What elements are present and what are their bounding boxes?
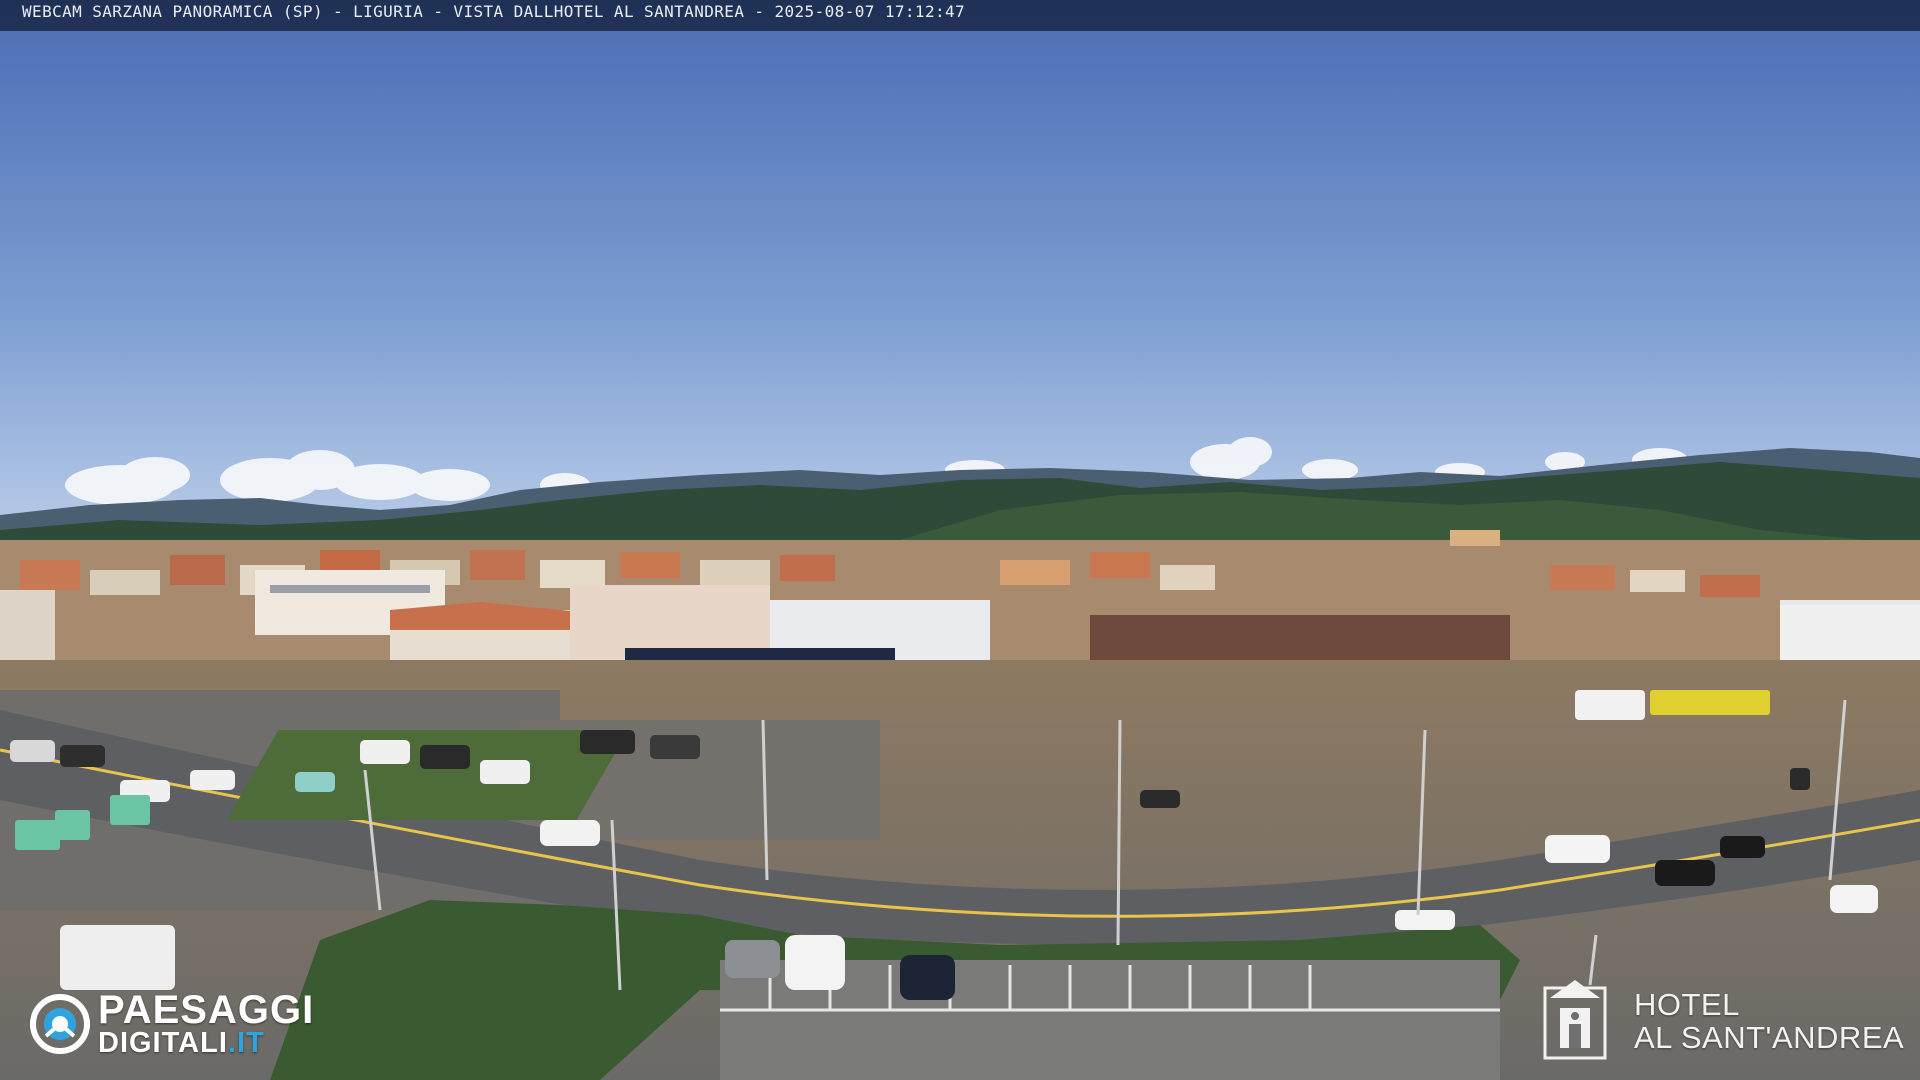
camera-lens-icon <box>30 994 90 1054</box>
brand-name-main: DIGITALI <box>98 1027 228 1059</box>
sky <box>0 0 1920 520</box>
green-strip <box>226 730 629 820</box>
hotel-emblem-icon <box>1543 980 1607 1060</box>
webcam-scene <box>0 0 1920 1080</box>
hotel-logo: HOTEL AL SANT'ANDREA <box>1540 980 1910 1060</box>
webcam-caption: WEBCAM SARZANA PANORAMICA (SP) - LIGURIA… <box>0 0 1920 31</box>
brand-name-extension: .IT <box>227 1027 265 1059</box>
brand-name-line1: PAESAGGI <box>98 988 315 1032</box>
hotel-name-line1: HOTEL <box>1634 987 1740 1022</box>
paesaggi-digitali-logo: PAESAGGI DIGITALI.IT <box>30 990 350 1060</box>
brand-name-line2: DIGITALI.IT <box>98 1026 265 1060</box>
hotel-name-line2: AL SANT'ANDREA <box>1634 1020 1905 1055</box>
webcam-frame: WEBCAM SARZANA PANORAMICA (SP) - LIGURIA… <box>0 0 1920 1080</box>
